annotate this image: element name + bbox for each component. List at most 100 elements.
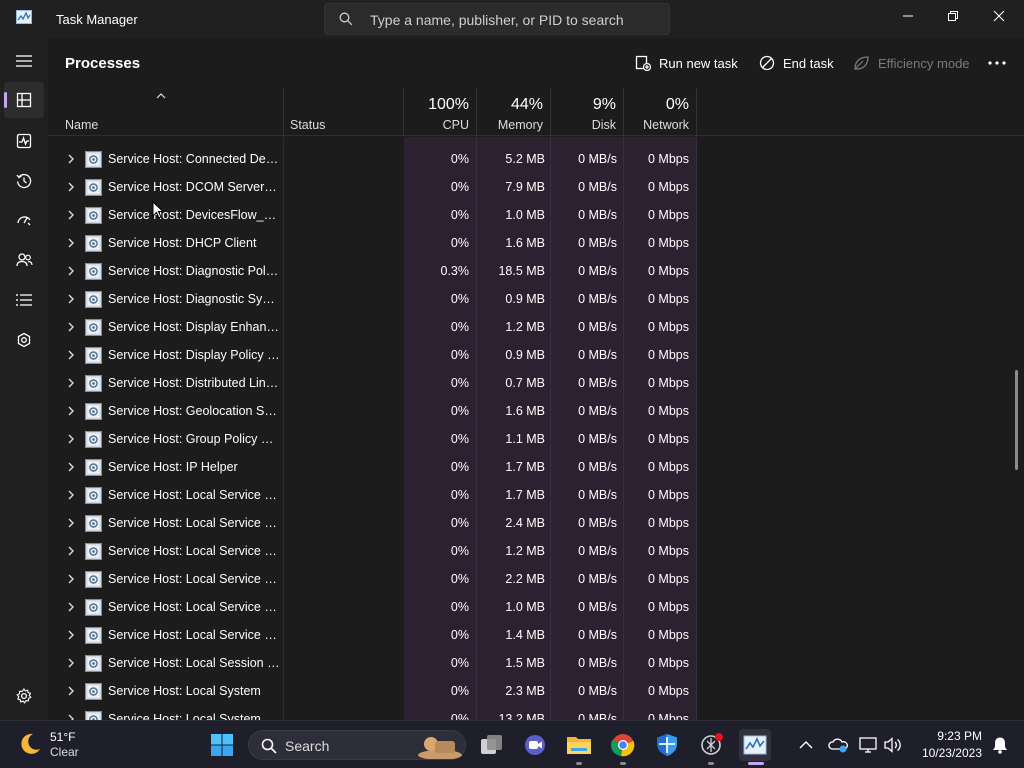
restore-button[interactable] <box>930 0 976 32</box>
close-icon <box>993 10 1005 22</box>
table-row[interactable]: Service Host: Local Service (N... 0% 1.0 M… <box>48 593 696 621</box>
chevron-right-icon[interactable] <box>66 461 76 473</box>
start-button[interactable] <box>206 729 238 761</box>
chevron-right-icon[interactable] <box>66 321 76 333</box>
table-row[interactable]: Service Host: Local Service (N... 0% 2.4 M… <box>48 509 696 537</box>
table-row[interactable]: Service Host: DevicesFlow_34d... 0% 1.0 MB… <box>48 201 696 229</box>
search-input[interactable] <box>370 10 660 30</box>
task-view-button[interactable] <box>476 729 508 761</box>
end-task-button[interactable]: End task <box>759 50 834 76</box>
network-column-header[interactable]: 0% Network <box>624 88 696 136</box>
table-row[interactable]: Service Host: DHCP Client 0% 1.6 MB 0 MB/s 0… <box>48 229 696 257</box>
sidebar-item-services[interactable] <box>4 322 44 358</box>
chevron-right-icon[interactable] <box>66 685 76 697</box>
taskbar-app-meet[interactable] <box>519 729 551 761</box>
column-divider[interactable] <box>696 88 697 136</box>
sidebar-item-settings[interactable] <box>4 678 44 714</box>
show-hidden-icons-button[interactable] <box>790 729 822 761</box>
table-row[interactable]: Service Host: DCOM Server Pr... 0% 7.9 MB 0… <box>48 173 696 201</box>
table-row[interactable]: Service Host: Display Enhance... 0% 1.2 MB… <box>48 313 696 341</box>
taskbar-app-file-explorer[interactable] <box>563 729 595 765</box>
disk-value: 0 MB/s <box>578 376 617 390</box>
table-row[interactable]: Service Host: Local Service (N... 0% 1.7 M… <box>48 481 696 509</box>
memory-value: 7.9 MB <box>505 180 545 194</box>
running-indicator <box>576 762 582 765</box>
chevron-right-icon[interactable] <box>66 713 76 720</box>
run-new-task-button[interactable]: Run new task <box>635 50 738 76</box>
volume-tray-button[interactable] <box>878 729 910 761</box>
minimize-icon <box>903 15 913 17</box>
table-row[interactable]: Service Host: Display Policy Se... 0% 0.9 … <box>48 341 696 369</box>
table-row[interactable]: Service Host: Geolocation Serv... 0% 1.6 M… <box>48 397 696 425</box>
search-box[interactable] <box>324 3 670 35</box>
hamburger-menu-button[interactable] <box>4 43 44 79</box>
network-value: 0 Mbps <box>648 628 689 642</box>
sidebar-item-details[interactable] <box>4 282 44 318</box>
memory-column-header[interactable]: 44% Memory <box>477 88 550 136</box>
more-icon <box>988 61 1006 65</box>
chevron-right-icon[interactable] <box>66 181 76 193</box>
table-row[interactable]: Service Host: Local System 0% 13.2 MB 0 MB/… <box>48 705 696 720</box>
efficiency-mode-button[interactable]: Efficiency mode <box>853 50 970 76</box>
status-column-header[interactable]: Status <box>284 88 403 136</box>
end-task-label: End task <box>783 55 834 71</box>
minimize-button[interactable] <box>885 0 931 32</box>
taskbar: 51°F Clear Search 9:23 PM 10/23/2023 <box>0 720 1024 768</box>
taskbar-app-task-manager[interactable] <box>739 729 771 765</box>
sidebar-item-app-history[interactable] <box>4 163 44 199</box>
chevron-right-icon[interactable] <box>66 349 76 361</box>
table-row[interactable]: Service Host: Diagnostic Syste... 0% 0.9 M… <box>48 285 696 313</box>
table-row[interactable]: Service Host: Distributed Link ... 0% 0.7 … <box>48 369 696 397</box>
notifications-button[interactable] <box>984 729 1016 761</box>
disk-value: 0 MB/s <box>578 600 617 614</box>
service-host-icon <box>85 627 102 644</box>
close-button[interactable] <box>976 0 1022 32</box>
table-row[interactable]: Service Host: Local Service (N... 0% 2.2 M… <box>48 565 696 593</box>
network-value: 0 Mbps <box>648 376 689 390</box>
onedrive-tray-button[interactable] <box>822 729 854 761</box>
taskbar-app-chatgpt[interactable] <box>695 729 727 765</box>
taskbar-search[interactable]: Search <box>248 730 466 760</box>
chevron-right-icon[interactable] <box>66 265 76 277</box>
taskbar-app-defender[interactable] <box>651 729 683 761</box>
disk-column-header[interactable]: 9% Disk <box>551 88 623 136</box>
chevron-right-icon[interactable] <box>66 209 76 221</box>
chevron-right-icon[interactable] <box>66 629 76 641</box>
chevron-right-icon[interactable] <box>66 433 76 445</box>
sidebar-item-startup-apps[interactable] <box>4 202 44 238</box>
table-row[interactable]: Service Host: Local Service (N... 0% 1.4 M… <box>48 621 696 649</box>
chevron-right-icon[interactable] <box>66 377 76 389</box>
running-indicator <box>620 762 626 765</box>
chevron-right-icon[interactable] <box>66 657 76 669</box>
chevron-right-icon[interactable] <box>66 517 76 529</box>
memory-value: 2.4 MB <box>505 516 545 530</box>
sidebar-item-users[interactable] <box>4 242 44 278</box>
chevron-right-icon[interactable] <box>66 601 76 613</box>
table-row[interactable]: Service Host: Local Session M... 0% 1.5 MB… <box>48 649 696 677</box>
chevron-right-icon[interactable] <box>66 293 76 305</box>
cpu-value: 0% <box>450 656 469 670</box>
network-value: 0 Mbps <box>648 264 689 278</box>
table-row[interactable]: Service Host: Group Policy Cli... 0% 1.1 M… <box>48 425 696 453</box>
sidebar-item-performance[interactable] <box>4 123 44 159</box>
chevron-right-icon[interactable] <box>66 489 76 501</box>
system-clock[interactable]: 9:23 PM 10/23/2023 <box>918 729 982 760</box>
table-row[interactable]: Service Host: Diagnostic Polic... 0.3% 18.… <box>48 257 696 285</box>
name-column-header[interactable]: Name <box>48 88 283 136</box>
chevron-right-icon[interactable] <box>66 573 76 585</box>
sidebar-item-processes[interactable] <box>4 82 44 118</box>
chevron-right-icon[interactable] <box>66 153 76 165</box>
table-row[interactable]: Service Host: Local Service (N... 0% 1.2 M… <box>48 537 696 565</box>
cpu-value: 0% <box>450 488 469 502</box>
cpu-column-header[interactable]: 100% CPU <box>404 88 476 136</box>
more-options-button[interactable] <box>988 50 1014 76</box>
table-row[interactable]: Service Host: Local System 0% 2.3 MB 0 MB/s… <box>48 677 696 705</box>
chevron-right-icon[interactable] <box>66 405 76 417</box>
taskbar-app-chrome[interactable] <box>607 729 639 765</box>
chevron-right-icon[interactable] <box>66 237 76 249</box>
table-row[interactable]: Service Host: IP Helper 0% 1.7 MB 0 MB/s 0 M… <box>48 453 696 481</box>
service-host-icon <box>85 347 102 364</box>
chevron-right-icon[interactable] <box>66 545 76 557</box>
vertical-scrollbar-thumb[interactable] <box>1015 370 1018 470</box>
table-row[interactable]: Service Host: Connected Devi... 0% 5.2 MB 0… <box>48 145 696 173</box>
